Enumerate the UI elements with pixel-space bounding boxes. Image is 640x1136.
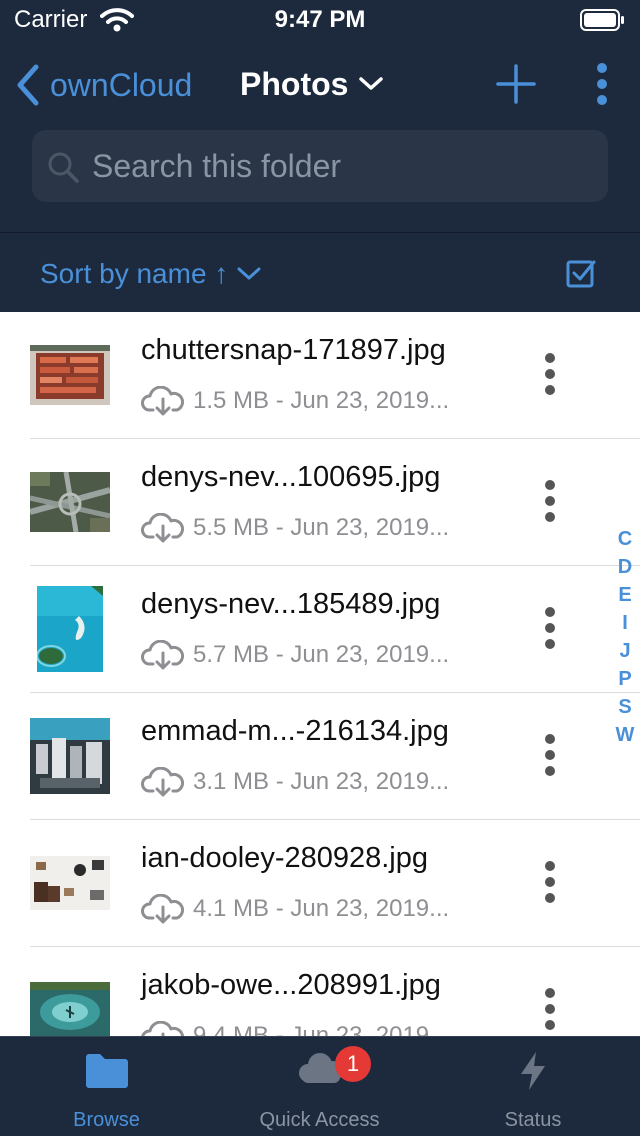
row-more-icon[interactable]: [538, 987, 562, 1031]
file-meta: 4.1 MB - Jun 23, 2019...: [141, 892, 449, 926]
file-thumbnail: [30, 472, 110, 532]
section-index[interactable]: C D E I J P S W: [610, 525, 640, 749]
tab-bar: Browse Quick Access Status: [0, 1036, 640, 1136]
header: Carrier 9:47 PM ownCloud Photos Search t…: [0, 0, 640, 312]
file-details: 4.1 MB - Jun 23, 2019...: [193, 895, 450, 922]
search-icon: [48, 152, 79, 183]
file-meta: 1.5 MB - Jun 23, 2019...: [141, 384, 449, 418]
tab-label: Status: [504, 1109, 562, 1131]
file-details: 9.4 MB - Jun 23, 2019...: [193, 1022, 450, 1036]
index-letter[interactable]: C: [610, 525, 640, 553]
row-more-icon[interactable]: [538, 860, 562, 904]
tab-browse[interactable]: Browse: [0, 1037, 213, 1136]
status-bar: Carrier 9:47 PM: [0, 0, 640, 40]
select-checkbox-icon[interactable]: [566, 258, 596, 288]
clock: 9:47 PM: [274, 6, 366, 33]
search-bar: [32, 130, 608, 202]
index-letter[interactable]: D: [610, 553, 640, 581]
file-name: ian-dooley-280928.jpg: [141, 842, 428, 874]
row-more-icon[interactable]: [538, 352, 562, 396]
index-letter[interactable]: I: [610, 609, 640, 637]
tab-quick-access[interactable]: Quick Access: [213, 1037, 426, 1136]
cloud-download-icon: [141, 767, 185, 797]
folder-icon: [85, 1054, 128, 1088]
file-name: chuttersnap-171897.jpg: [141, 334, 446, 366]
row-more-icon[interactable]: [538, 606, 562, 650]
list-item[interactable]: denys-nev...185489.jpg 5.7 MB - Jun 23, …: [0, 566, 640, 693]
tab-label: Browse: [73, 1109, 140, 1131]
add-button[interactable]: [496, 64, 536, 104]
folder-title-menu[interactable]: Photos: [240, 64, 384, 104]
index-letter[interactable]: P: [610, 665, 640, 693]
cloud-download-icon: [141, 386, 185, 416]
cloud-download-icon: [141, 894, 185, 924]
chevron-left-icon: [17, 64, 39, 106]
file-details: 3.1 MB - Jun 23, 2019...: [193, 768, 450, 795]
divider: [0, 232, 640, 233]
notification-badge: 1: [335, 1046, 371, 1082]
tab-status[interactable]: Status: [426, 1037, 640, 1136]
navigation-bar: ownCloud Photos: [0, 54, 640, 116]
row-more-icon[interactable]: [538, 479, 562, 523]
index-letter[interactable]: E: [610, 581, 640, 609]
file-details: 5.7 MB - Jun 23, 2019...: [193, 641, 450, 668]
list-item[interactable]: ian-dooley-280928.jpg 4.1 MB - Jun 23, 2…: [0, 820, 640, 947]
file-list: chuttersnap-171897.jpg 1.5 MB - Jun 23, …: [0, 312, 640, 1036]
page-title: Photos: [240, 65, 349, 102]
list-item[interactable]: jakob-owe...208991.jpg 9.4 MB - Jun 23, …: [0, 947, 640, 1036]
file-thumbnail: [30, 345, 110, 405]
file-meta: 3.1 MB - Jun 23, 2019...: [141, 765, 449, 799]
index-letter[interactable]: W: [610, 721, 640, 749]
chevron-down-icon: [237, 267, 261, 280]
chevron-down-icon: [359, 77, 384, 90]
cloud-download-icon: [141, 513, 185, 543]
file-thumbnail: [30, 856, 110, 910]
file-name: denys-nev...100695.jpg: [141, 461, 441, 493]
more-options-button[interactable]: [590, 62, 614, 106]
index-letter[interactable]: J: [610, 637, 640, 665]
file-details: 5.5 MB - Jun 23, 2019...: [193, 514, 450, 541]
file-thumbnail: [30, 718, 110, 794]
search-input[interactable]: [92, 130, 592, 202]
file-thumbnail: [30, 982, 110, 1036]
file-meta: 5.7 MB - Jun 23, 2019...: [141, 638, 449, 672]
file-name: jakob-owe...208991.jpg: [141, 969, 441, 1001]
sort-label: Sort by name ↑: [40, 258, 229, 289]
cloud-download-icon: [141, 1021, 184, 1036]
file-thumbnail: [37, 586, 103, 672]
file-meta: 5.5 MB - Jun 23, 2019...: [141, 511, 449, 545]
back-button[interactable]: ownCloud: [14, 62, 192, 108]
file-name: denys-nev...185489.jpg: [141, 588, 441, 620]
sort-button[interactable]: Sort by name ↑: [40, 252, 262, 296]
file-meta: 9.4 MB - Jun 23, 2019...: [141, 1019, 449, 1036]
index-letter[interactable]: S: [610, 693, 640, 721]
tab-label: Quick Access: [259, 1109, 380, 1131]
back-label: ownCloud: [50, 66, 193, 103]
bolt-icon: [521, 1052, 545, 1090]
list-item[interactable]: denys-nev...100695.jpg 5.5 MB - Jun 23, …: [0, 439, 640, 566]
list-item[interactable]: chuttersnap-171897.jpg 1.5 MB - Jun 23, …: [0, 312, 640, 439]
battery-icon: [580, 9, 624, 31]
cloud-download-icon: [141, 640, 185, 670]
list-item[interactable]: emmad-m...-216134.jpg 3.1 MB - Jun 23, 2…: [0, 693, 640, 820]
file-name: emmad-m...-216134.jpg: [141, 715, 449, 747]
row-more-icon[interactable]: [538, 733, 562, 777]
file-details: 1.5 MB - Jun 23, 2019...: [193, 387, 450, 414]
